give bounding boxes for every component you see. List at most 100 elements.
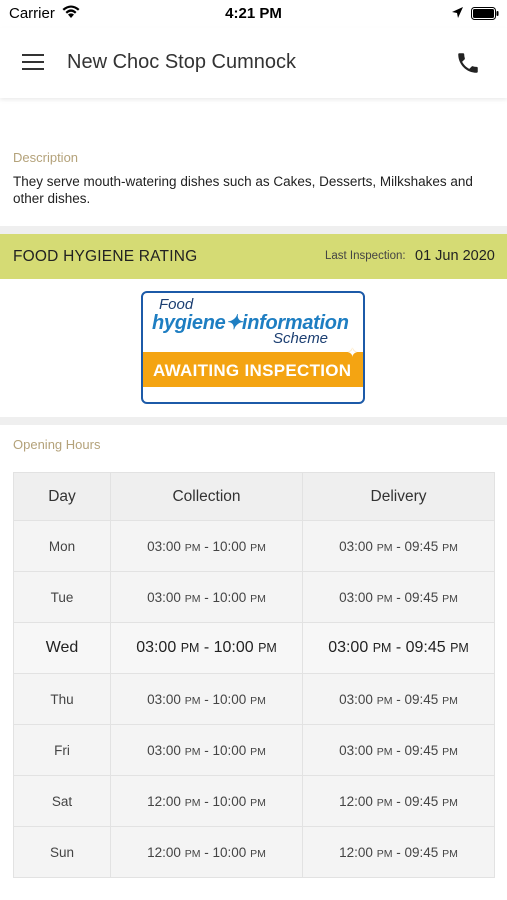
sparkle-icon: ✦ xyxy=(347,345,358,360)
meridiem: PM xyxy=(184,796,201,809)
meridiem: PM xyxy=(372,641,392,655)
hamburger-menu-icon[interactable] xyxy=(22,52,46,72)
time-to: 10:00 xyxy=(212,742,247,758)
time-from: 03:00 xyxy=(328,639,369,656)
delivery-cell: 12:00 PM - 09:45 PM xyxy=(302,775,495,827)
meridiem: PM xyxy=(250,541,266,554)
meridiem: PM xyxy=(250,745,266,758)
column-header-collection: Collection xyxy=(110,472,303,521)
opening-hours-table: Day Collection Delivery Mon 03:00 PM - 10… xyxy=(13,472,495,878)
awaiting-inspection-text: AWAITING INSPECTION xyxy=(153,361,352,380)
time-to: 10:00 xyxy=(212,538,247,554)
delivery-hours: 03:00 PM - 09:45 PM xyxy=(339,539,458,554)
delivery-hours: 12:00 PM - 09:45 PM xyxy=(339,794,458,809)
time-separator: - xyxy=(392,742,405,758)
day-cell: Tue xyxy=(13,571,111,623)
time-from: 12:00 xyxy=(339,793,373,809)
time-from: 03:00 xyxy=(147,538,181,554)
time-from: 03:00 xyxy=(339,538,373,554)
meridiem: PM xyxy=(450,641,469,655)
meridiem: PM xyxy=(250,592,266,605)
time-to: 09:45 xyxy=(404,589,439,605)
phone-icon[interactable] xyxy=(455,50,481,76)
day-cell: Thu xyxy=(13,673,111,725)
time-separator: - xyxy=(392,589,405,605)
day-cell: Mon xyxy=(13,520,111,572)
time-separator: - xyxy=(200,844,213,860)
time-to: 09:45 xyxy=(404,844,439,860)
time-separator: - xyxy=(200,538,213,554)
time-to: 10:00 xyxy=(212,589,247,605)
time-from: 03:00 xyxy=(339,742,373,758)
delivery-hours: 03:00 PM - 09:45 PM xyxy=(339,692,458,707)
food-hygiene-title: FOOD HYGIENE RATING xyxy=(13,248,198,265)
table-row: Fri 03:00 PM - 10:00 PM 03:00 PM - 09:45 P… xyxy=(13,724,495,776)
meridiem: PM xyxy=(442,592,458,605)
table-header-row: Day Collection Delivery xyxy=(13,472,495,521)
time-separator: - xyxy=(199,639,214,656)
table-row: Mon 03:00 PM - 10:00 PM 03:00 PM - 09:45 P… xyxy=(13,520,495,572)
page-title: New Choc Stop Cumnock xyxy=(67,51,296,73)
collection-cell: 03:00 PM - 10:00 PM xyxy=(110,520,303,572)
collection-hours: 03:00 PM - 10:00 PM xyxy=(147,539,266,554)
meridiem: PM xyxy=(376,796,393,809)
time-from: 03:00 xyxy=(147,691,181,707)
time-separator: - xyxy=(200,793,213,809)
meridiem: PM xyxy=(376,745,393,758)
time-to: 10:00 xyxy=(213,639,254,656)
time-separator: - xyxy=(200,691,213,707)
day-cell: Sun xyxy=(13,826,111,878)
time-to: 09:45 xyxy=(404,691,439,707)
food-hygiene-badge: Food hygiene✦information Scheme AWAITING… xyxy=(141,291,365,404)
time-from: 03:00 xyxy=(339,589,373,605)
time-to: 10:00 xyxy=(212,691,247,707)
delivery-hours: 03:00 PM - 09:45 PM xyxy=(328,639,469,656)
collection-hours: 12:00 PM - 10:00 PM xyxy=(147,794,266,809)
time-separator: - xyxy=(392,691,405,707)
time-to: 09:45 xyxy=(404,742,439,758)
meridiem: PM xyxy=(184,745,201,758)
table-row: Sun 12:00 PM - 10:00 PM 12:00 PM - 09:45 P… xyxy=(13,826,495,878)
meridiem: PM xyxy=(184,592,201,605)
divider xyxy=(0,226,507,234)
column-header-day: Day xyxy=(13,472,111,521)
time-from: 03:00 xyxy=(136,639,177,656)
time-from: 03:00 xyxy=(147,589,181,605)
collection-hours: 03:00 PM - 10:00 PM xyxy=(147,743,266,758)
meridiem: PM xyxy=(184,541,201,554)
collection-cell: 03:00 PM - 10:00 PM xyxy=(110,622,303,674)
meridiem: PM xyxy=(258,641,277,655)
meridiem: PM xyxy=(250,847,266,860)
collection-hours: 03:00 PM - 10:00 PM xyxy=(147,590,266,605)
time-separator: - xyxy=(392,844,405,860)
time-from: 03:00 xyxy=(147,742,181,758)
meridiem: PM xyxy=(442,847,458,860)
meridiem: PM xyxy=(184,847,201,860)
delivery-cell: 12:00 PM - 09:45 PM xyxy=(302,826,495,878)
delivery-cell: 03:00 PM - 09:45 PM xyxy=(302,520,495,572)
meridiem: PM xyxy=(250,796,266,809)
meridiem: PM xyxy=(442,541,458,554)
meridiem: PM xyxy=(376,541,393,554)
collection-cell: 03:00 PM - 10:00 PM xyxy=(110,724,303,776)
location-arrow-icon xyxy=(452,7,463,18)
status-time: 4:21 PM xyxy=(225,5,282,22)
meridiem: PM xyxy=(184,694,201,707)
opening-hours-label: Opening Hours xyxy=(13,437,101,452)
meridiem: PM xyxy=(250,694,266,707)
collection-cell: 12:00 PM - 10:00 PM xyxy=(110,826,303,878)
delivery-cell: 03:00 PM - 09:45 PM xyxy=(302,622,495,674)
time-to: 09:45 xyxy=(404,793,439,809)
time-from: 12:00 xyxy=(147,844,181,860)
time-separator: - xyxy=(392,538,405,554)
table-row: Sat 12:00 PM - 10:00 PM 12:00 PM - 09:45 P… xyxy=(13,775,495,827)
nav-bar: New Choc Stop Cumnock xyxy=(0,28,507,98)
last-inspection-label: Last Inspection: xyxy=(325,250,406,262)
description-label: Description xyxy=(13,150,79,165)
table-row: Thu 03:00 PM - 10:00 PM 03:00 PM - 09:45 P… xyxy=(13,673,495,725)
delivery-cell: 03:00 PM - 09:45 PM xyxy=(302,724,495,776)
time-from: 12:00 xyxy=(339,844,373,860)
description-text: They serve mouth-watering dishes such as… xyxy=(13,174,473,206)
meridiem: PM xyxy=(376,694,393,707)
meridiem: PM xyxy=(180,641,200,655)
